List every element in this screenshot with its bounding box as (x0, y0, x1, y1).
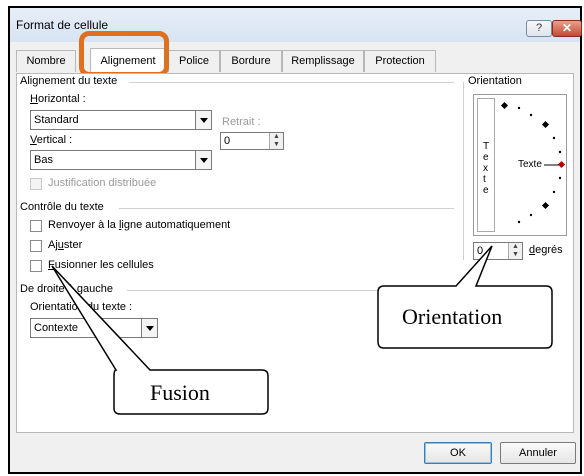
callout-shapes (51, 245, 553, 415)
orientation-callout-bubble (377, 245, 553, 349)
orientation-callout-text: Orientation (402, 304, 503, 329)
fusion-callout-text: Fusion (150, 380, 210, 405)
